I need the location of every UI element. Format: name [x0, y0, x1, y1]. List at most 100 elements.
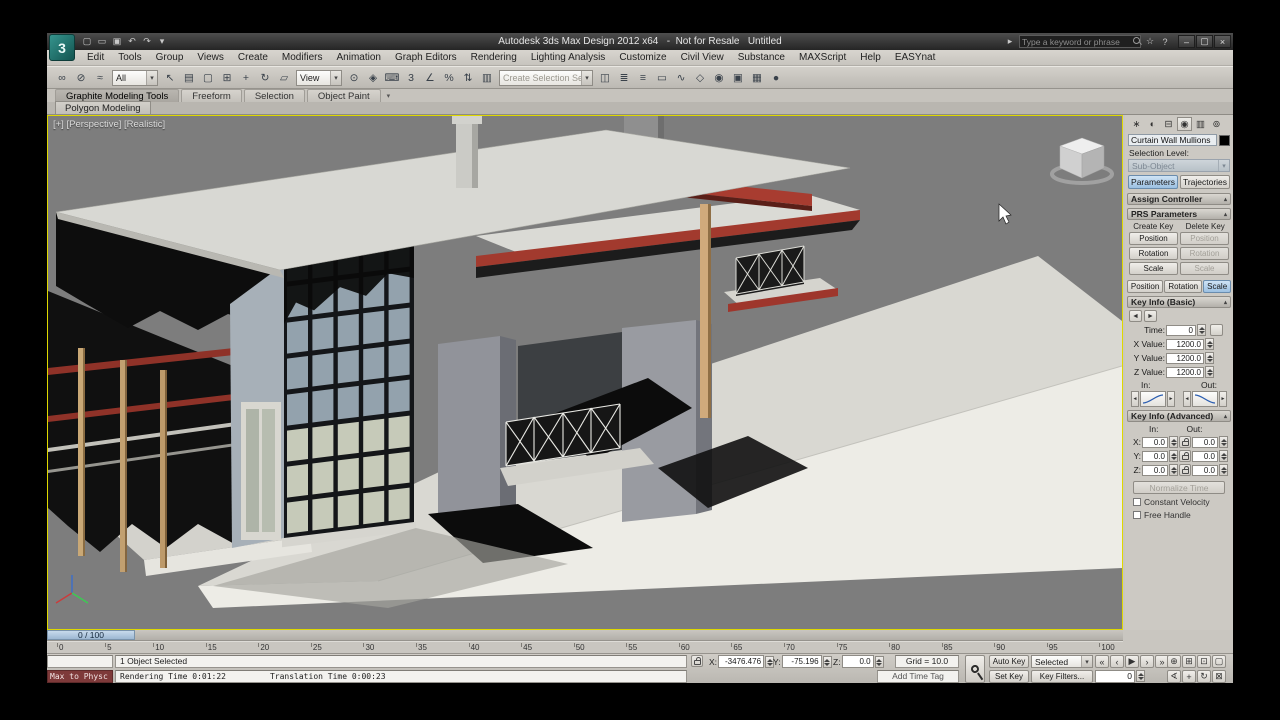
track-bar-ruler[interactable]: 0 5 10 15 20 25 30 35 40 45 50 55 60 65 70 75 80 85 90 95 10…: [47, 641, 1123, 653]
adv-out-spinner-2[interactable]: [1219, 464, 1228, 476]
schematic-view-button[interactable]: ◇: [691, 69, 709, 87]
lock-tangents-toggle-2[interactable]: [1179, 464, 1191, 476]
perspective-viewport[interactable]: [+] [Perspective] [Realistic]: [47, 115, 1123, 630]
select-and-move-button[interactable]: +: [237, 69, 255, 87]
mirror-button[interactable]: ◫: [596, 69, 614, 87]
infocenter-expand-arrow[interactable]: ▸: [1003, 35, 1017, 48]
prs-scale-toggle[interactable]: Scale: [1203, 280, 1232, 293]
listener-output-field[interactable]: Rendering Time 0:01:22 Translation Time …: [115, 670, 687, 683]
menu-item-5[interactable]: Modifiers: [275, 50, 330, 66]
value-field-1[interactable]: 1200.0: [1166, 352, 1204, 364]
rendered-frame-window-button[interactable]: ▦: [748, 69, 766, 87]
menu-item-11[interactable]: Civil View: [674, 50, 731, 66]
object-name-field[interactable]: Curtain Wall Mullions: [1128, 134, 1217, 146]
value-spinner-2[interactable]: [1205, 366, 1214, 378]
ribbon-tab-1[interactable]: Freeform: [181, 89, 242, 102]
layer-manager-button[interactable]: ≡: [634, 69, 652, 87]
adv-in-field-2[interactable]: 0.0: [1142, 464, 1168, 476]
out-tangent-next-button[interactable]: ►: [1219, 391, 1227, 407]
zoom-all-button[interactable]: ⊞: [1182, 655, 1196, 668]
viewport-label[interactable]: [+] [Perspective] [Realistic]: [53, 119, 165, 130]
adv-in-spinner-0[interactable]: [1169, 436, 1178, 448]
select-and-rotate-button[interactable]: ↻: [256, 69, 274, 87]
adv-out-field-2[interactable]: 0.0: [1192, 464, 1218, 476]
time-lock-toggle[interactable]: [1210, 324, 1223, 336]
auto-key-toggle[interactable]: Auto Key: [989, 655, 1029, 668]
adv-out-spinner-1[interactable]: [1219, 450, 1228, 462]
motion-tab[interactable]: ◉: [1177, 117, 1192, 131]
display-tab[interactable]: ▥: [1193, 117, 1208, 131]
create-key-position-button[interactable]: Position: [1129, 232, 1178, 245]
rollout-key-info-advanced[interactable]: Key Info (Advanced) ▴: [1127, 410, 1231, 422]
create-key-scale-button[interactable]: Scale: [1129, 262, 1178, 275]
next-key-button[interactable]: ►: [1144, 310, 1157, 322]
zoom-extents-button[interactable]: ⊡: [1197, 655, 1211, 668]
mini-listener-field[interactable]: Max to Physc: [47, 670, 113, 683]
y-spinner[interactable]: [822, 655, 832, 668]
value-spinner-0[interactable]: [1205, 338, 1214, 350]
value-spinner-1[interactable]: [1205, 352, 1214, 364]
edit-named-selection-sets-button[interactable]: ▥: [478, 69, 496, 87]
frame-spinner[interactable]: [1136, 670, 1145, 682]
render-production-button[interactable]: ●: [767, 69, 785, 87]
named-selection-sets-combo[interactable]: Create Selection Se ▾: [499, 69, 593, 86]
menu-item-7[interactable]: Graph Editors: [388, 50, 464, 66]
in-tangent-prev-button[interactable]: ◄: [1131, 391, 1139, 407]
prs-rotation-toggle[interactable]: Rotation: [1164, 280, 1203, 293]
adv-in-field-0[interactable]: 0.0: [1142, 436, 1168, 448]
add-time-tag-field[interactable]: Add Time Tag: [877, 670, 959, 683]
render-setup-button[interactable]: ▣: [729, 69, 747, 87]
reference-coordinate-dropdown[interactable]: View ▾: [296, 69, 342, 86]
normalize-time-button[interactable]: Normalize Time: [1133, 481, 1225, 494]
parameters-button[interactable]: Parameters: [1128, 175, 1178, 189]
new-scene-button[interactable]: ▢: [80, 35, 94, 48]
lock-tangents-toggle-0[interactable]: [1179, 436, 1191, 448]
previous-key-button[interactable]: ◄: [1129, 310, 1142, 322]
application-button[interactable]: 3: [49, 34, 75, 61]
adv-out-field-0[interactable]: 0.0: [1192, 436, 1218, 448]
menu-item-9[interactable]: Lighting Analysis: [524, 50, 613, 66]
play-animation-button[interactable]: ▶: [1125, 655, 1139, 668]
spinner-snap-toggle[interactable]: ⇅: [459, 69, 477, 87]
adv-out-spinner-0[interactable]: [1219, 436, 1228, 448]
tab-polygon-modeling[interactable]: Polygon Modeling: [55, 101, 151, 114]
menu-item-2[interactable]: Group: [149, 50, 191, 66]
snaps-toggle[interactable]: 3: [402, 69, 420, 87]
select-object-button[interactable]: ↖: [161, 69, 179, 87]
out-tangent-button[interactable]: [1192, 391, 1218, 407]
search-input[interactable]: [1022, 36, 1133, 47]
rollout-key-info-basic[interactable]: Key Info (Basic) ▴: [1127, 296, 1231, 308]
keyboard-shortcut-override-toggle[interactable]: ⌨: [383, 69, 401, 87]
percent-snap-toggle[interactable]: %: [440, 69, 458, 87]
window-crossing-toggle[interactable]: ⊞: [218, 69, 236, 87]
pan-view-button[interactable]: +: [1182, 670, 1196, 683]
in-tangent-button[interactable]: [1140, 391, 1166, 407]
orbit-view-button[interactable]: ↻: [1197, 670, 1211, 683]
utilities-tab[interactable]: ⊚: [1209, 117, 1224, 131]
infocenter-search[interactable]: [1019, 35, 1141, 48]
favorites-button[interactable]: ☆: [1143, 35, 1157, 48]
key-filters-button[interactable]: Key Filters...: [1031, 670, 1093, 683]
menu-item-14[interactable]: Help: [853, 50, 888, 66]
save-file-button[interactable]: ▣: [110, 35, 124, 48]
help-button[interactable]: ?: [1158, 35, 1172, 48]
adv-in-spinner-2[interactable]: [1169, 464, 1178, 476]
rollout-prs-parameters[interactable]: PRS Parameters ▴: [1127, 208, 1231, 220]
hierarchy-tab[interactable]: ⊟: [1161, 117, 1176, 131]
curve-editor-button[interactable]: ∿: [672, 69, 690, 87]
menu-item-0[interactable]: Edit: [80, 50, 111, 66]
object-color-swatch[interactable]: [1219, 134, 1230, 146]
rectangular-selection-region-button[interactable]: ▢: [199, 69, 217, 87]
delete-key-scale-button[interactable]: Scale: [1180, 262, 1229, 275]
time-slider-handle[interactable]: 0 / 100: [47, 630, 135, 640]
prs-position-toggle[interactable]: Position: [1126, 280, 1164, 293]
selection-lock-toggle[interactable]: [691, 655, 703, 667]
menu-item-13[interactable]: MAXScript: [792, 50, 853, 66]
y-coordinate-field[interactable]: -75.196: [781, 655, 822, 668]
bind-to-space-warp-button[interactable]: ≈: [91, 69, 109, 87]
time-spinner[interactable]: [1197, 324, 1206, 336]
align-button[interactable]: ≣: [615, 69, 633, 87]
in-tangent-next-button[interactable]: ►: [1167, 391, 1175, 407]
set-key-button[interactable]: Set Key: [989, 670, 1029, 683]
mini-listener-macro-field[interactable]: [47, 655, 113, 668]
